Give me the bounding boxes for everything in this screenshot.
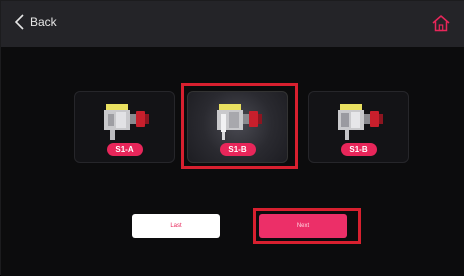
- selection-highlight: [181, 83, 298, 169]
- home-icon[interactable]: [431, 13, 451, 33]
- next-button-highlight: [253, 208, 361, 244]
- card-label: S1-A: [106, 143, 143, 156]
- top-bar: Back: [1, 1, 464, 47]
- main-panel: S1-A S1-B S1-B Last Next: [1, 47, 464, 276]
- clamp-tool-icon: [103, 104, 149, 140]
- back-label: Back: [30, 15, 57, 29]
- back-button[interactable]: Back: [15, 14, 57, 30]
- clamp-option-card-1[interactable]: S1-A: [74, 91, 175, 163]
- last-button[interactable]: Last: [132, 214, 220, 238]
- clamp-option-card-3[interactable]: S1-B: [308, 91, 409, 163]
- chevron-left-icon: [15, 14, 24, 30]
- screen: Back S1-A S1-B S1-B Last Next: [0, 0, 464, 276]
- card-label: S1-B: [340, 143, 377, 156]
- clamp-tool-icon: [337, 104, 383, 140]
